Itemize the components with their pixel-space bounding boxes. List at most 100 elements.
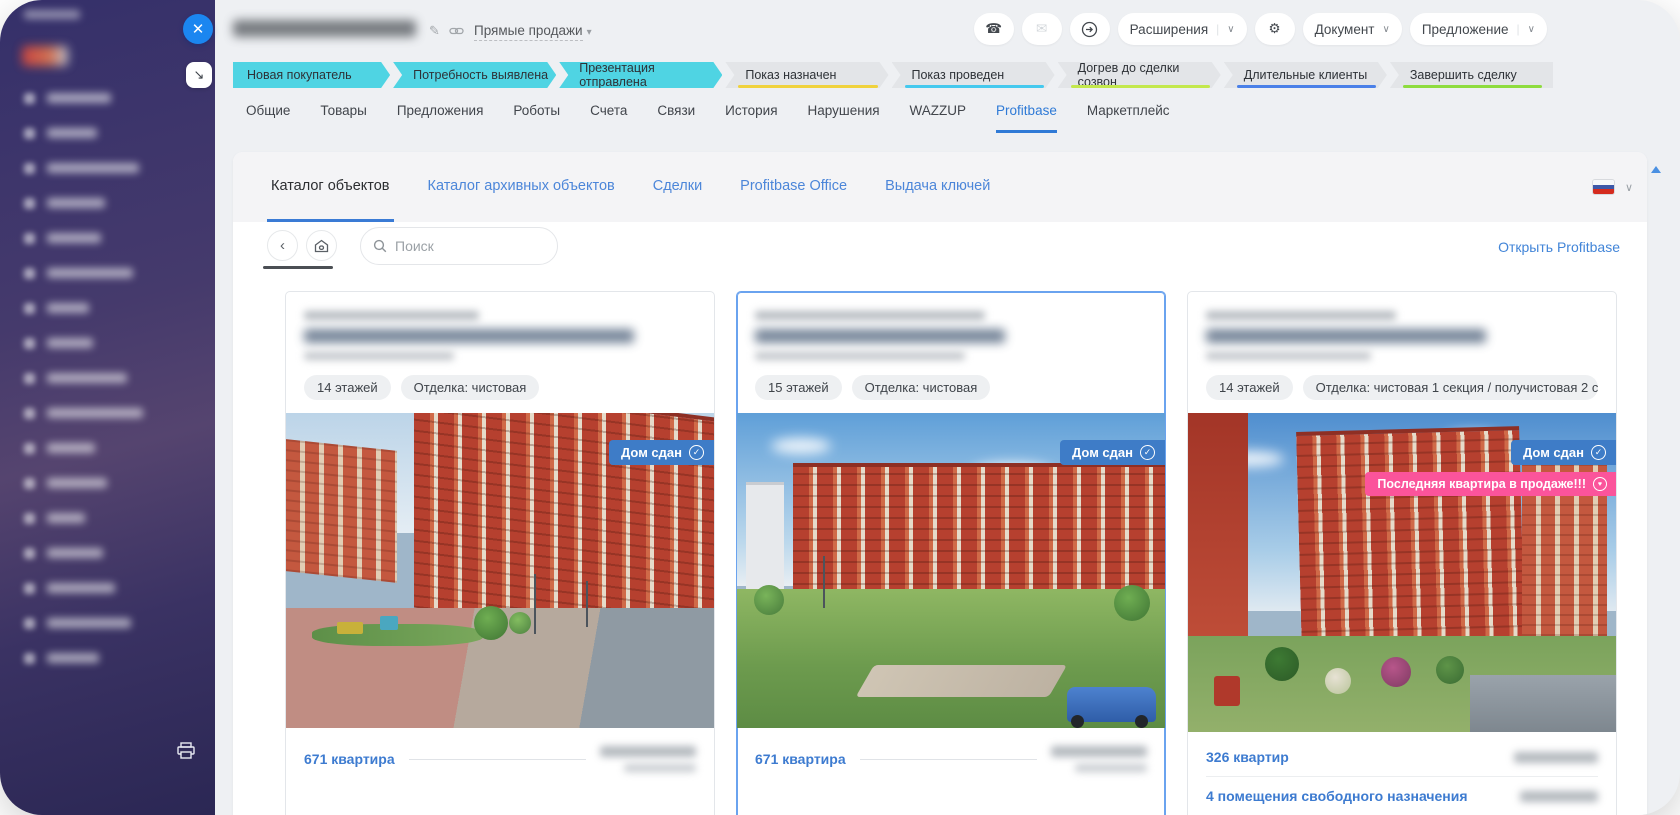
sidebar-item[interactable] xyxy=(24,267,201,279)
sidebar-item-label-blurred xyxy=(47,303,89,313)
tab-invoices[interactable]: Счета xyxy=(590,103,627,133)
mail-button[interactable]: ✉ xyxy=(1021,13,1062,45)
object-card-title[interactable]: 15 этажей Отделка: чистовая xyxy=(737,292,1165,400)
edit-icon[interactable]: ✎ xyxy=(429,23,440,39)
status-badge-label: Дом сдан xyxy=(1072,445,1133,460)
object-card-title[interactable]: 14 этажей Отделка: чистовая 1 секция / п… xyxy=(1188,292,1616,400)
tab-marketplace[interactable]: Маркетплейс xyxy=(1087,103,1170,133)
sidebar-item[interactable] xyxy=(24,442,201,454)
stage-showing-scheduled[interactable]: Показ назначен xyxy=(725,62,888,88)
close-icon[interactable]: ✕ xyxy=(183,14,213,44)
object-address-blurred xyxy=(304,352,454,360)
home-button[interactable] xyxy=(306,230,337,261)
settings-button[interactable]: ⚙ xyxy=(1254,13,1295,45)
object-card-2[interactable]: 15 этажей Отделка: чистовая Дом сдан ✓ 6… xyxy=(736,291,1166,815)
print-icon[interactable] xyxy=(176,742,196,759)
check-circle-icon: ✓ xyxy=(1591,445,1606,460)
ptab-office[interactable]: Profitbase Office xyxy=(736,152,851,222)
ptab-catalog[interactable]: Каталог объектов xyxy=(267,152,394,222)
sidebar-header-blur xyxy=(24,10,80,19)
open-profitbase-link[interactable]: Открыть Profitbase xyxy=(1498,239,1620,255)
stage-warmup-call[interactable]: Догрев до сделки созвон xyxy=(1058,62,1221,88)
stage-showing-done[interactable]: Показ проведен xyxy=(892,62,1055,88)
sidebar-item[interactable] xyxy=(24,512,201,524)
sidebar-item[interactable] xyxy=(24,197,201,209)
stage-longterm-clients[interactable]: Длительные клиенты xyxy=(1224,62,1387,88)
tab-offers[interactable]: Предложения xyxy=(397,103,484,133)
sidebar-item-icon xyxy=(24,372,35,384)
tab-history[interactable]: История xyxy=(725,103,777,133)
tab-wazzup[interactable]: WAZZUP xyxy=(910,103,967,133)
stage-need-identified[interactable]: Потребность выявлена xyxy=(393,62,556,88)
tab-robots[interactable]: Роботы xyxy=(513,103,560,133)
stage-presentation-sent[interactable]: Презентация отправлена xyxy=(559,62,722,88)
finish-badge: Отделка: чистовая xyxy=(400,375,540,400)
tab-common[interactable]: Общие xyxy=(246,103,290,133)
sidebar-item[interactable] xyxy=(24,127,201,139)
sidebar-item-label-blurred xyxy=(47,233,101,243)
pipeline-select[interactable]: Прямые продажи ▾ xyxy=(474,23,592,41)
sidebar-item-label-blurred xyxy=(47,513,85,523)
sidebar-item[interactable] xyxy=(24,547,201,559)
offer-button[interactable]: Предложение | ∨ xyxy=(1409,13,1547,45)
sidebar-item-icon xyxy=(24,547,35,559)
chat-button[interactable] xyxy=(1069,13,1110,45)
commercial-units-link[interactable]: 4 помещения свободного назначения xyxy=(1206,788,1468,804)
sidebar-item[interactable] xyxy=(24,477,201,489)
sidebar-item-label-blurred xyxy=(47,618,131,628)
divider: | xyxy=(1216,22,1220,36)
tab-products[interactable]: Товары xyxy=(320,103,366,133)
price-from-blurred xyxy=(1514,751,1598,763)
scroll-top-icon[interactable] xyxy=(1651,166,1661,173)
sidebar-item[interactable] xyxy=(24,337,201,349)
extensions-button[interactable]: Расширения | ∨ xyxy=(1117,13,1247,45)
language-select[interactable]: ∨ xyxy=(1591,152,1633,222)
document-button[interactable]: Документ ∨ xyxy=(1302,13,1402,45)
property-photo[interactable]: Дом сдан ✓ xyxy=(737,413,1165,728)
tab-profitbase[interactable]: Profitbase xyxy=(996,103,1057,133)
property-photo[interactable]: Дом сдан ✓ xyxy=(286,413,714,728)
sidebar-item[interactable] xyxy=(24,92,201,104)
apartments-link[interactable]: 326 квартир xyxy=(1206,749,1289,765)
chevron-down-icon: ∨ xyxy=(1227,23,1235,35)
stage-new-buyer[interactable]: Новая покупатель xyxy=(233,62,390,88)
sidebar-item[interactable] xyxy=(24,617,201,629)
object-card-3[interactable]: 14 этажей Отделка: чистовая 1 секция / п… xyxy=(1187,291,1617,815)
badge-row: 14 этажей Отделка: чистовая 1 секция / п… xyxy=(1206,375,1598,400)
property-photo[interactable]: Дом сдан ✓ Последняя квартира в продаже!… xyxy=(1188,413,1616,732)
ptab-keys[interactable]: Выдача ключей xyxy=(881,152,994,222)
units-row: 326 квартир xyxy=(1188,738,1616,776)
object-card-1[interactable]: 14 этажей Отделка: чистовая Дом сдан ✓ 6… xyxy=(285,291,715,815)
sidebar-item[interactable] xyxy=(24,407,201,419)
collapse-panel-icon[interactable]: ↘ xyxy=(186,62,212,88)
object-title-blurred xyxy=(755,329,1005,343)
sidebar-item[interactable] xyxy=(24,232,201,244)
sidebar-item-icon xyxy=(24,442,35,454)
phone-button[interactable]: ☎ xyxy=(973,13,1014,45)
link-icon[interactable] xyxy=(449,25,464,37)
sidebar-item[interactable] xyxy=(24,652,201,664)
heart-icon: ♥ xyxy=(1593,477,1607,491)
sidebar-item[interactable] xyxy=(24,302,201,314)
chat-reply-icon xyxy=(1081,21,1098,37)
sidebar-item[interactable] xyxy=(24,582,201,594)
sidebar-item[interactable] xyxy=(24,372,201,384)
ptab-deals[interactable]: Сделки xyxy=(649,152,706,222)
apartments-link[interactable]: 671 квартира xyxy=(304,751,395,767)
check-circle-icon: ✓ xyxy=(689,445,704,460)
sidebar-item-icon xyxy=(24,512,35,524)
back-button[interactable]: ‹ xyxy=(267,230,298,261)
stage-close-deal[interactable]: Завершить сделку xyxy=(1389,62,1553,88)
search-box xyxy=(360,227,558,265)
apartments-link[interactable]: 671 квартира xyxy=(755,751,846,767)
tab-violations[interactable]: Нарушения xyxy=(808,103,880,133)
sidebar-item[interactable] xyxy=(24,162,201,174)
search-input[interactable] xyxy=(395,238,535,254)
tab-relations[interactable]: Связи xyxy=(657,103,695,133)
badge-row: 15 этажей Отделка: чистовая xyxy=(755,375,1147,400)
ptab-archive-catalog[interactable]: Каталог архивных объектов xyxy=(424,152,619,222)
object-address-blurred xyxy=(755,352,965,360)
object-card-title[interactable]: 14 этажей Отделка: чистовая xyxy=(286,292,714,400)
units-row: 671 квартира xyxy=(737,728,1165,790)
leader-line xyxy=(408,758,586,760)
